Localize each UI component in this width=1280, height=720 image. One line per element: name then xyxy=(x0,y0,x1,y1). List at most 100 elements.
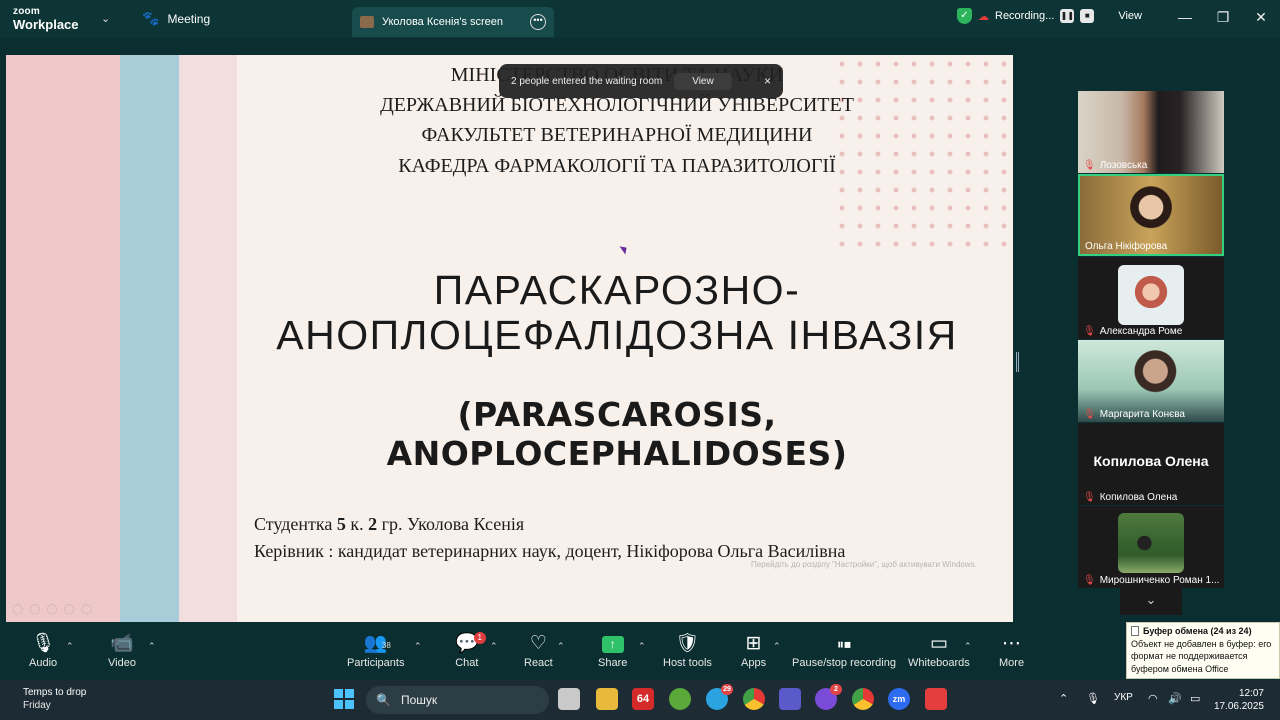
toast-message: 2 people entered the waiting room xyxy=(511,75,663,87)
participants-button[interactable]: 👥 38 Participants xyxy=(347,631,404,669)
mouse-cursor-icon xyxy=(619,243,630,255)
student-mid: к. xyxy=(345,514,369,534)
save-icon[interactable] xyxy=(779,688,801,710)
utorrent-icon[interactable] xyxy=(669,688,691,710)
chevron-down-icon[interactable]: ⌄ xyxy=(101,12,110,25)
toast-view-button[interactable]: View xyxy=(674,72,732,90)
taskbar-search[interactable]: 🔍 Пошук xyxy=(366,686,549,714)
microphone-icon: 🎙 xyxy=(31,633,56,654)
participant-name: 🎙 Лозовська xyxy=(1083,160,1147,171)
recorder-icon[interactable] xyxy=(925,688,947,710)
chevron-up-icon[interactable]: ⌃ xyxy=(557,641,565,652)
meeting-label: Meeting xyxy=(167,11,211,26)
app-64-icon[interactable]: 64 xyxy=(632,688,654,710)
participant-avatar xyxy=(1118,265,1184,325)
meeting-tab[interactable]: 🐾 Meeting xyxy=(142,10,210,27)
react-button[interactable]: ♡ React xyxy=(524,631,553,669)
pause-stop-label: Pause/stop recording xyxy=(792,657,896,669)
participant-name: 🎙 Мирошниченко Роман 1... xyxy=(1083,575,1219,586)
screen-share-tab[interactable]: Уколова Ксенія's screen ••• xyxy=(352,7,554,37)
pause-recording-icon[interactable]: ❚❚ xyxy=(1060,9,1075,23)
windows-activation-watermark: Перейдіть до розділу "Настройки", щоб ак… xyxy=(751,560,977,569)
panel-resize-handle[interactable] xyxy=(1016,352,1019,372)
volume-icon[interactable]: 🔊 xyxy=(1168,692,1182,705)
viber-icon[interactable]: 2 xyxy=(815,684,842,710)
windows-taskbar: Temps to drop Friday 🔍 Пошук 64 29 2 zm … xyxy=(0,680,1280,720)
chat-button[interactable]: 💬 1 Chat xyxy=(455,631,486,669)
chevron-up-icon[interactable]: ⌃ xyxy=(66,641,74,652)
security-shield-icon[interactable]: ✓ xyxy=(957,8,972,24)
participant-name: Ольга Нікіфорова xyxy=(1085,241,1167,252)
react-label: React xyxy=(524,657,553,669)
close-icon[interactable]: ✕ xyxy=(1242,0,1280,36)
participant-tile[interactable]: 🎙 Маргарита Конєва xyxy=(1078,340,1224,422)
logo-line1: zoom xyxy=(13,6,40,17)
chevron-up-icon[interactable]: ⌃ xyxy=(964,641,972,652)
stop-recording-icon[interactable]: ■ xyxy=(1080,9,1095,23)
tray-overflow-icon[interactable]: ⌃ xyxy=(1059,692,1068,705)
chat-badge: 1 xyxy=(473,632,486,644)
minimize-icon[interactable]: — xyxy=(1166,0,1204,36)
zoom-icon[interactable]: zm xyxy=(888,688,910,710)
clock-date: 17.06.2025 xyxy=(1213,701,1264,712)
chrome-profile-icon[interactable] xyxy=(852,688,874,710)
share-tab-label: Уколова Ксенія's screen xyxy=(382,16,504,28)
chrome-icon[interactable] xyxy=(743,688,765,710)
cloud-recording-icon: ☁ xyxy=(978,10,989,23)
slide-stripe-pink xyxy=(6,55,120,622)
pause-stop-icon: ⏸⏹ xyxy=(836,636,851,652)
wifi-icon[interactable]: ◠ xyxy=(1148,692,1158,705)
mic-muted-icon: 🎙 xyxy=(1083,409,1096,420)
participant-tile[interactable]: 🎙 Александра Роме xyxy=(1078,257,1224,339)
more-button[interactable]: ⋯ More xyxy=(999,631,1024,669)
maximize-icon[interactable]: ❐ xyxy=(1204,0,1242,36)
participant-tile-active-speaker[interactable]: Ольга Нікіфорова xyxy=(1078,174,1224,256)
participant-tile[interactable]: 🎙 Лозовська xyxy=(1078,91,1224,173)
meeting-toolbar: 🎙 Audio ⌃ 📹 Video ⌃ 👥 38 Participants ⌃ 💬… xyxy=(0,627,1280,680)
host-tools-button[interactable]: 🛡 Host tools xyxy=(663,631,712,669)
chevron-up-icon[interactable]: ⌃ xyxy=(490,641,498,652)
audio-button[interactable]: 🎙 Audio xyxy=(29,631,57,669)
telegram-badge: 29 xyxy=(721,684,733,695)
video-button[interactable]: 📹 Video xyxy=(108,631,136,669)
circle-icon: ◯ xyxy=(29,604,41,615)
language-indicator[interactable]: УКР xyxy=(1114,692,1133,703)
participant-tile[interactable]: 🎙 Мирошниченко Роман 1... xyxy=(1078,506,1224,588)
zoom-logo[interactable]: zoom Workplace xyxy=(13,6,79,32)
whiteboards-button[interactable]: ▭ Whiteboards xyxy=(908,631,970,669)
chevron-up-icon[interactable]: ⌃ xyxy=(773,641,781,652)
viber-badge: 2 xyxy=(830,684,842,695)
share-screen-button[interactable]: ↑ Share xyxy=(598,631,627,669)
clock-time: 12:07 xyxy=(1238,688,1264,699)
chevron-up-icon[interactable]: ⌃ xyxy=(148,641,156,652)
mic-muted-icon: 🎙 xyxy=(1083,326,1096,337)
task-view-icon[interactable] xyxy=(558,688,580,710)
system-clock[interactable]: 12:07 17.06.2025 xyxy=(1214,687,1264,713)
more-options-icon[interactable]: ••• xyxy=(530,14,546,30)
search-icon: 🔍 xyxy=(376,693,391,707)
chevron-up-icon[interactable]: ⌃ xyxy=(414,641,422,652)
view-button[interactable]: View xyxy=(1118,10,1142,22)
weather-widget[interactable]: Temps to drop Friday xyxy=(23,686,86,712)
participant-tile[interactable]: Копилова Олена 🎙 Копилова Олена xyxy=(1078,423,1224,505)
shared-slide: МІНІСТЕРСТВО ОСВІТИ ТА НАУКИ ДЕРЖАВНИЙ Б… xyxy=(6,55,1013,622)
clipboard-notification[interactable]: Буфер обмена (24 из 24) Объект не добавл… xyxy=(1126,622,1280,679)
battery-icon[interactable]: ▭ xyxy=(1190,692,1200,705)
mic-muted-icon: 🎙 xyxy=(1083,575,1096,586)
telegram-icon[interactable]: 29 xyxy=(706,684,733,710)
toast-close-icon[interactable]: × xyxy=(764,74,771,88)
apps-button[interactable]: ⊞ Apps xyxy=(741,631,766,669)
chevron-up-icon[interactable]: ⌃ xyxy=(638,641,646,652)
slide-header-line-4: КАФЕДРА ФАРМАКОЛОГІЇ ТА ПАРАЗИТОЛОГІЇ xyxy=(398,155,836,177)
participant-name-text: Александра Роме xyxy=(1099,326,1183,337)
windows-start-icon[interactable] xyxy=(334,689,354,709)
apps-label: Apps xyxy=(741,657,767,669)
mic-muted-icon: 🎙 xyxy=(1083,492,1096,503)
microphone-tray-icon[interactable]: 🎙 xyxy=(1086,692,1100,705)
gallery-scroll-down-button[interactable]: ⌄ xyxy=(1120,587,1182,615)
participants-count: 38 xyxy=(381,641,391,650)
heart-icon: ♡ xyxy=(529,633,547,654)
file-explorer-icon[interactable] xyxy=(596,688,618,710)
pause-stop-recording-button[interactable]: ⏸⏹ Pause/stop recording xyxy=(792,631,896,669)
participants-label: Participants xyxy=(347,657,405,669)
